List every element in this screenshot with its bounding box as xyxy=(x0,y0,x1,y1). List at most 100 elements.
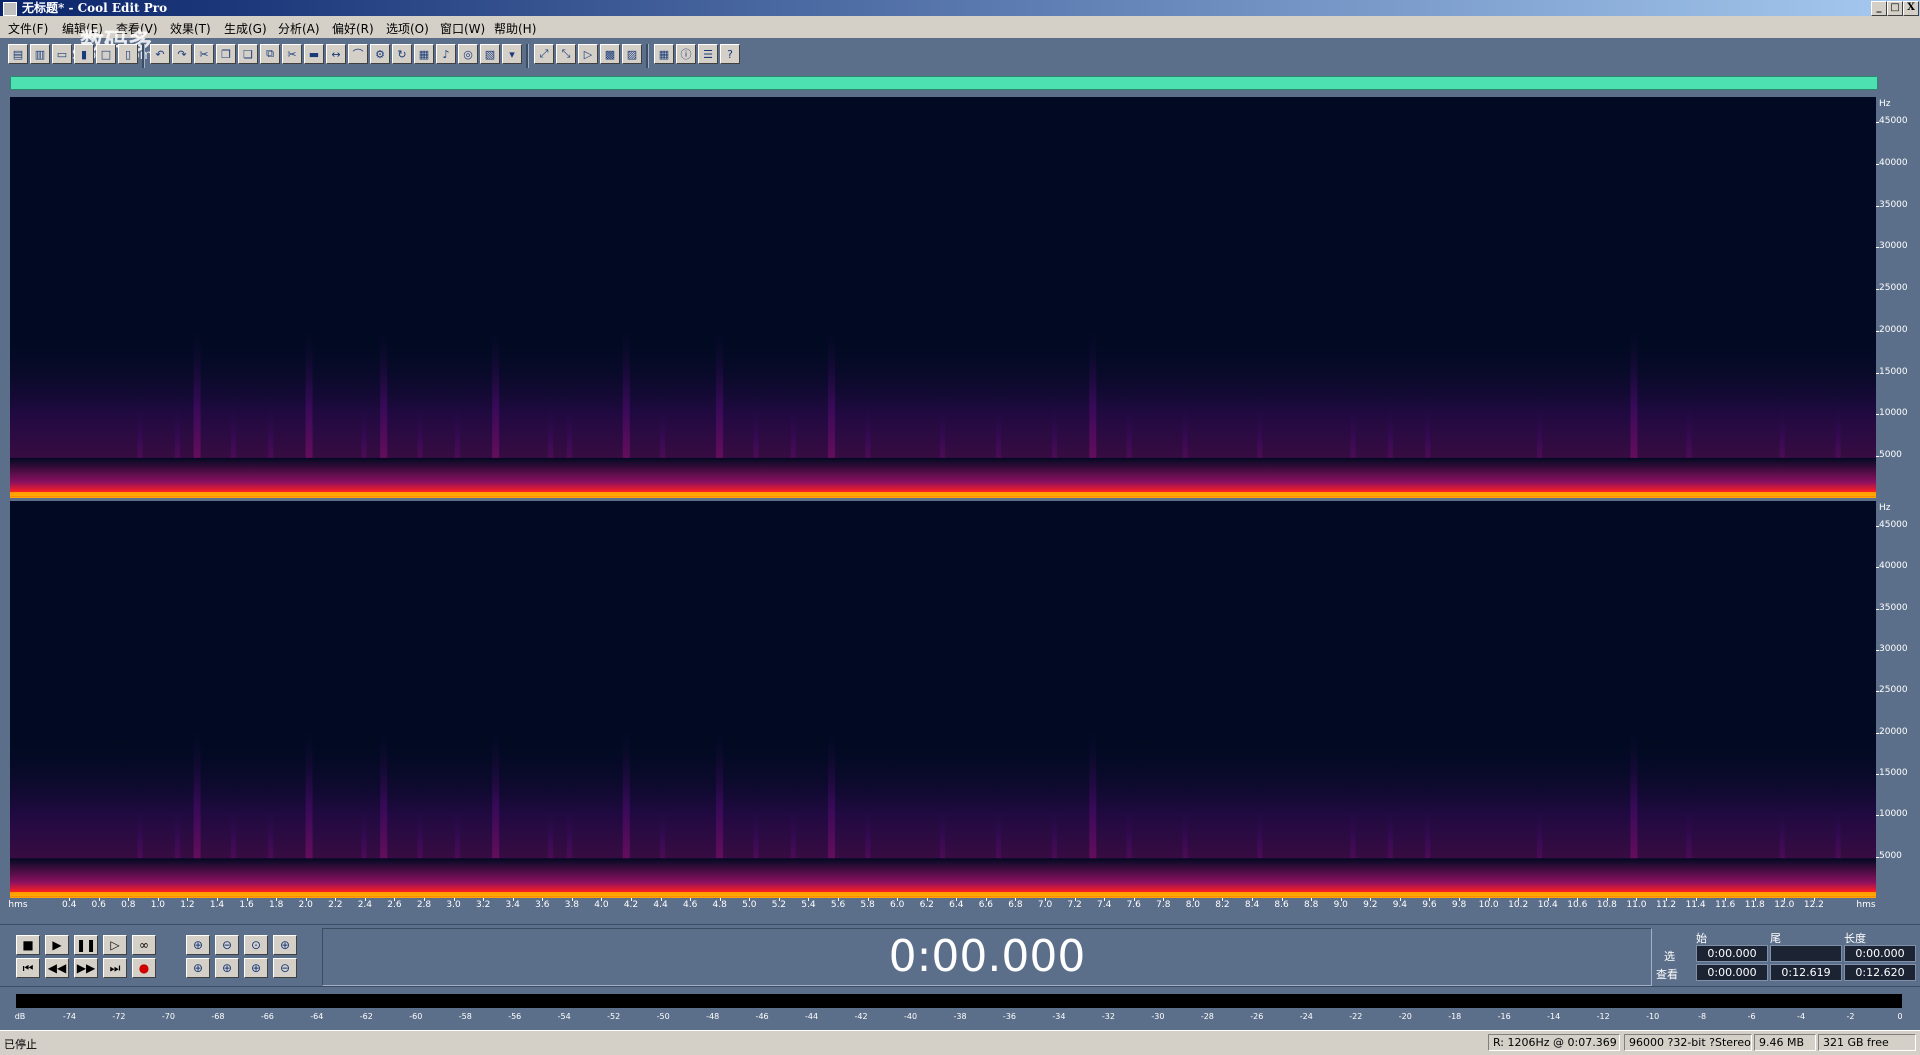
go-start-button[interactable]: ⏮ xyxy=(16,958,40,978)
menu-help[interactable]: 帮助(H) xyxy=(494,20,536,37)
frequency-label: 40000 xyxy=(1879,561,1908,572)
silence-button[interactable]: ▬ xyxy=(304,44,324,64)
info-button[interactable]: ⓘ xyxy=(676,44,696,64)
title-bar: 无标题* - Cool Edit Pro _ □ X xyxy=(0,0,1920,16)
undo-button[interactable]: ↶ xyxy=(150,44,170,64)
go-end-button[interactable]: ⏭ xyxy=(103,958,127,978)
db-scale-label: -66 xyxy=(260,1012,274,1021)
play-button[interactable]: ▶ xyxy=(45,935,69,955)
save-button[interactable]: ▮ xyxy=(74,44,94,64)
help-button[interactable]: ? xyxy=(720,44,740,64)
selection-length-field[interactable]: 0:00.000 xyxy=(1844,945,1916,962)
play-view-button[interactable]: ▷ xyxy=(578,44,598,64)
toolbar-separator xyxy=(526,44,529,68)
selection-begin-field[interactable]: 0:00.000 xyxy=(1696,945,1768,962)
loop-button[interactable]: ↻ xyxy=(392,44,412,64)
selection-end-field[interactable] xyxy=(1770,945,1842,962)
menu-options[interactable]: 选项(O) xyxy=(386,20,429,37)
level-meter-panel xyxy=(0,986,1920,1031)
spectral-button[interactable]: ▦ xyxy=(414,44,434,64)
spectrogram-base-band xyxy=(10,457,1876,498)
time-unit-label: hms xyxy=(8,900,28,910)
cut-button[interactable]: ✂ xyxy=(194,44,214,64)
pause-button[interactable]: ❚❚ xyxy=(74,935,98,955)
properties-button[interactable]: ☰ xyxy=(698,44,718,64)
new-button[interactable]: □ xyxy=(96,44,116,64)
format-button[interactable]: ▨ xyxy=(622,44,642,64)
spectrogram-left-channel[interactable] xyxy=(10,97,1876,498)
open-icon: ▭ xyxy=(56,47,68,61)
time-label: 7.6 xyxy=(1126,900,1141,910)
zoom-left-button[interactable]: ⊕ xyxy=(215,958,239,978)
menu-effects[interactable]: 效果(T) xyxy=(170,20,211,37)
zoom-sel-button[interactable]: ⤡ xyxy=(556,44,576,64)
zoom-out-h-button[interactable]: ⊖ xyxy=(215,935,239,955)
fast-forward-button[interactable]: ▶▶ xyxy=(74,958,98,978)
stop-button[interactable]: ■ xyxy=(16,935,40,955)
close-button[interactable]: ▯ xyxy=(118,44,138,64)
loop-play-button[interactable]: ∞ xyxy=(132,935,156,955)
split-button[interactable]: ↔ xyxy=(326,44,346,64)
menu-generate[interactable]: 生成(G) xyxy=(224,20,267,37)
multitrack-view-button[interactable]: ▥ xyxy=(30,44,50,64)
trim-button[interactable]: ✂ xyxy=(282,44,302,64)
pitch-button[interactable]: ♪ xyxy=(436,44,456,64)
db-scale-label: -46 xyxy=(755,1012,769,1021)
time-ruler[interactable]: hms hms 0.4 0.6 0.8 1.0 1.2 1.4 1.6 1.8 2.0 2.2 2.4 2… xyxy=(8,898,1876,916)
view-end-field[interactable]: 0:12.619 xyxy=(1770,964,1842,981)
time-label: 8.8 xyxy=(1304,900,1319,910)
grid-button[interactable]: ▦ xyxy=(654,44,674,64)
zoom-sel-button[interactable]: ⊕ xyxy=(186,958,210,978)
play-to-end-button[interactable]: ▷ xyxy=(103,935,127,955)
app-icon[interactable] xyxy=(3,2,17,16)
menu-favorites[interactable]: 偏好(R) xyxy=(332,20,374,37)
mix-paste-icon: ⧉ xyxy=(266,47,274,60)
zoom-out-v-button[interactable]: ⊖ xyxy=(273,958,297,978)
view-begin-field[interactable]: 0:00.000 xyxy=(1696,964,1768,981)
rewind-button[interactable]: ◀◀ xyxy=(45,958,69,978)
time-label: 6.2 xyxy=(919,900,934,910)
time-label: 11.4 xyxy=(1685,900,1706,910)
record-button[interactable]: ● xyxy=(132,958,156,978)
minimize-button[interactable]: _ xyxy=(1871,1,1887,16)
menu-window[interactable]: 窗口(W) xyxy=(440,20,485,37)
zoom-full-h-button[interactable]: ⊙ xyxy=(244,935,268,955)
info-icon: ⓘ xyxy=(680,48,692,61)
status-bar: 已停止 R: 1206Hz @ 0:07.369 96000 ?32-bit ?… xyxy=(0,1030,1920,1055)
spectrogram-right-channel[interactable] xyxy=(10,501,1876,898)
frequency-label: 30000 xyxy=(1879,241,1908,252)
zoom-right-button[interactable]: ⊕ xyxy=(244,958,268,978)
marker-button[interactable]: ▾ xyxy=(502,44,522,64)
chart-button[interactable]: ▩ xyxy=(600,44,620,64)
time-label: 1.0 xyxy=(150,900,166,910)
close-button[interactable]: X xyxy=(1903,1,1919,16)
overview-bar[interactable] xyxy=(10,76,1878,90)
zoom-full-button[interactable]: ⤢ xyxy=(534,44,554,64)
zoom-sel-icon: ⤡ xyxy=(561,47,571,60)
pitch-icon: ♪ xyxy=(442,47,450,61)
paste-button[interactable]: ❏ xyxy=(238,44,258,64)
redo-button[interactable]: ↷ xyxy=(172,44,192,64)
open-button[interactable]: ▭ xyxy=(52,44,72,64)
zoom-in-v-button[interactable]: ⊕ xyxy=(273,935,297,955)
cd-button[interactable]: ◎ xyxy=(458,44,478,64)
frequency-label: 10000 xyxy=(1879,809,1908,820)
view-length-field[interactable]: 0:12.620 xyxy=(1844,964,1916,981)
envelope-button[interactable]: ⌒ xyxy=(348,44,368,64)
stats-button[interactable]: ▧ xyxy=(480,44,500,64)
pause-icon: ❚❚ xyxy=(75,938,97,952)
waveform-view-button[interactable]: ▤ xyxy=(8,44,28,64)
close-icon: ▯ xyxy=(124,47,132,61)
mix-paste-button[interactable]: ⧉ xyxy=(260,44,280,64)
menu-analyze[interactable]: 分析(A) xyxy=(278,20,320,37)
zoom-in-h-button[interactable]: ⊕ xyxy=(186,935,210,955)
multitrack-view-icon: ▥ xyxy=(34,47,46,61)
db-scale-label: -40 xyxy=(903,1012,918,1021)
time-label: 6.0 xyxy=(889,900,905,910)
maximize-button[interactable]: □ xyxy=(1887,1,1903,16)
copy-button[interactable]: ❐ xyxy=(216,44,236,64)
copy-icon: ❐ xyxy=(221,47,231,61)
split-icon: ↔ xyxy=(331,47,341,61)
db-scale-label: -24 xyxy=(1299,1012,1313,1021)
settings-button[interactable]: ⚙ xyxy=(370,44,390,64)
